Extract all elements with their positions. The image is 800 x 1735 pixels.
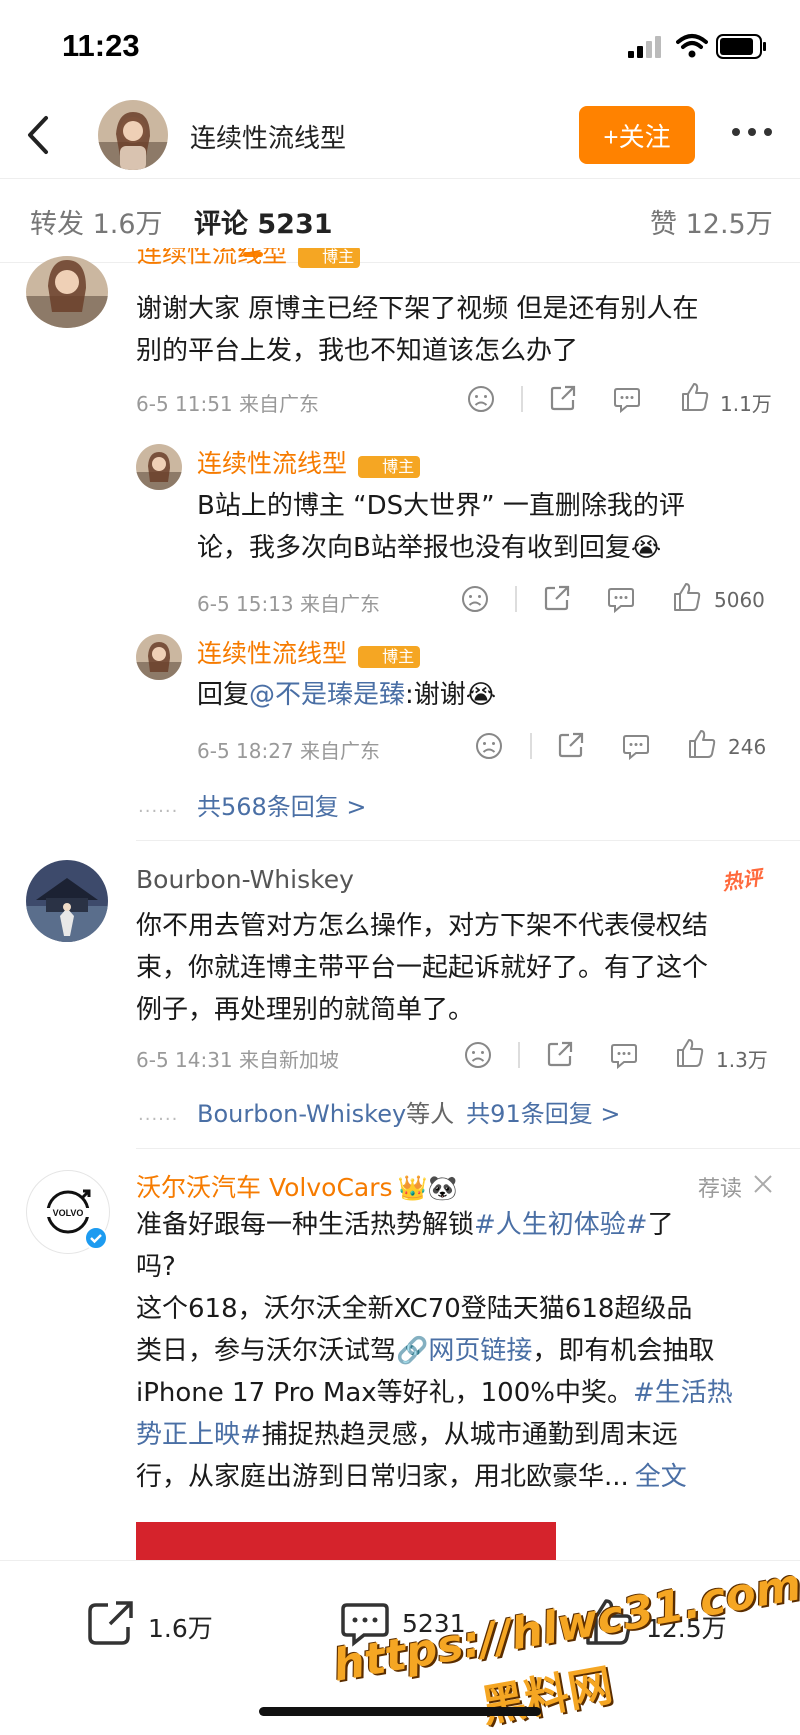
dots-divider: ······ (138, 1109, 179, 1130)
tab-repost[interactable]: 转发 1.6万 (30, 202, 163, 241)
tab-comments[interactable]: 评论 5231 (194, 202, 333, 241)
author-avatar[interactable] (98, 100, 168, 170)
divider (518, 1042, 520, 1068)
comment-divider (136, 1148, 800, 1149)
wifi-icon (676, 34, 708, 58)
reply-avatar[interactable] (136, 634, 182, 680)
divider (530, 733, 532, 759)
like-count: 5060 (714, 588, 765, 612)
expand-link[interactable]: 全文 (635, 1462, 687, 1492)
reply-user-row[interactable]: 连续性流线型 博主 (197, 634, 421, 670)
signal-icon (628, 36, 661, 58)
comment-text: 谢谢大家 原博主已经下架了视频 但是还有别人在 别的平台上发，我也不知道该怎么办… (136, 294, 699, 366)
comment-icon[interactable] (612, 384, 642, 414)
mention-link[interactable]: @不是瑧是臻 (249, 680, 405, 710)
like-icon[interactable] (675, 1037, 705, 1069)
comment-avatar[interactable] (26, 256, 108, 328)
dislike-icon[interactable] (460, 584, 490, 614)
share-icon[interactable] (542, 583, 572, 613)
comment-avatar[interactable] (26, 860, 108, 942)
ad-text: 准备好跟每一种生活热势解锁#人生初体验#了 吗? 这个618，沃尔沃全新XC70… (136, 1210, 733, 1492)
comment-icon[interactable] (606, 584, 636, 614)
back-arrow-icon[interactable] (20, 112, 60, 158)
reply-username: 连续性流线型 (197, 449, 348, 478)
dislike-icon[interactable] (463, 1040, 493, 1070)
comment-meta: 6-5 14:31 来自新加坡 (136, 1048, 340, 1072)
like-count: 246 (728, 735, 767, 759)
recommend-tag: 荐读 (698, 1177, 743, 1202)
reply-user-row[interactable]: 连续性流线型 博主 (197, 444, 421, 480)
like-icon[interactable] (680, 381, 710, 413)
comment-icon[interactable] (609, 1040, 639, 1070)
ad-user-row[interactable]: 沃尔沃汽车 VolvoCars 👑🐼 (136, 1168, 457, 1204)
comment-username[interactable]: Bourbon-Whiskey (136, 865, 354, 894)
ad-image[interactable] (136, 1522, 556, 1560)
reply-username: 连续性流线型 (197, 639, 348, 668)
battery-icon (716, 34, 766, 59)
author-name[interactable]: 连续性流线型 (190, 118, 346, 155)
share-icon[interactable] (545, 1039, 575, 1069)
status-time: 11:23 (62, 28, 140, 63)
ad-emoji: 👑🐼 (397, 1174, 458, 1202)
blogger-badge: 博主 (358, 646, 421, 668)
blogger-badge: 博主 (298, 248, 361, 268)
reply-avatar[interactable] (136, 444, 182, 490)
close-icon[interactable] (752, 1173, 774, 1195)
reply-text: B站上的博主 “DS大世界” 一直删除我的评 论，我多次向B站举报也没有收到回复… (197, 491, 685, 563)
hot-comment-badge: 热评 (720, 865, 764, 895)
like-count: 1.3万 (716, 1048, 768, 1072)
status-bar: 11:23 (0, 0, 800, 92)
hashtag-link[interactable]: 势正上映# (136, 1420, 262, 1450)
comment-text: 你不用去管对方怎么操作，对方下架不代表侵权结 束，你就连博主带平台一起起诉就好了… (136, 911, 709, 1025)
comment-divider (136, 840, 800, 841)
svg-text:VOLVO: VOLVO (53, 1208, 84, 1218)
comment-meta: 6-5 11:51 来自广东 (136, 392, 320, 416)
ad-username: 沃尔沃汽车 VolvoCars (136, 1173, 393, 1202)
like-count: 1.1万 (720, 392, 772, 416)
divider (521, 386, 523, 412)
share-icon[interactable] (556, 730, 586, 760)
comment-username-clipped[interactable]: 连续性流线型 博主 (137, 248, 437, 276)
reply-meta: 6-5 18:27 来自广东 (197, 739, 381, 763)
dots-divider: ······ (138, 801, 179, 822)
like-icon[interactable] (687, 728, 717, 760)
follow-button[interactable]: +关注 (579, 106, 695, 164)
reply-meta: 6-5 15:13 来自广东 (197, 592, 381, 616)
dislike-icon[interactable] (466, 384, 496, 414)
hashtag-link[interactable]: #人生初体验# (474, 1210, 648, 1240)
more-replies-row[interactable]: Bourbon-Whiskey等人 共91条回复 > (197, 1094, 620, 1129)
home-indicator (259, 1707, 541, 1716)
web-link[interactable]: 🔗网页链接 (396, 1336, 532, 1366)
share-icon[interactable] (548, 383, 578, 413)
dislike-icon[interactable] (474, 731, 504, 761)
repost-icon[interactable] (86, 1599, 136, 1647)
divider (515, 586, 517, 612)
blogger-badge: 博主 (358, 456, 421, 478)
comment-icon[interactable] (621, 731, 651, 761)
nav-bar: 连续性流线型 +关注 (0, 92, 800, 179)
repost-count[interactable]: 1.6万 (148, 1609, 213, 1645)
tab-likes[interactable]: 赞 12.5万 (650, 202, 773, 241)
more-icon[interactable] (730, 122, 774, 142)
reply-text: 回复@不是瑧是臻:谢谢😭 (197, 680, 497, 710)
like-icon[interactable] (672, 581, 702, 613)
verified-icon (84, 1226, 108, 1250)
more-replies-link[interactable]: 共568条回复 > (197, 787, 367, 822)
hashtag-link[interactable]: #生活热 (633, 1378, 733, 1408)
